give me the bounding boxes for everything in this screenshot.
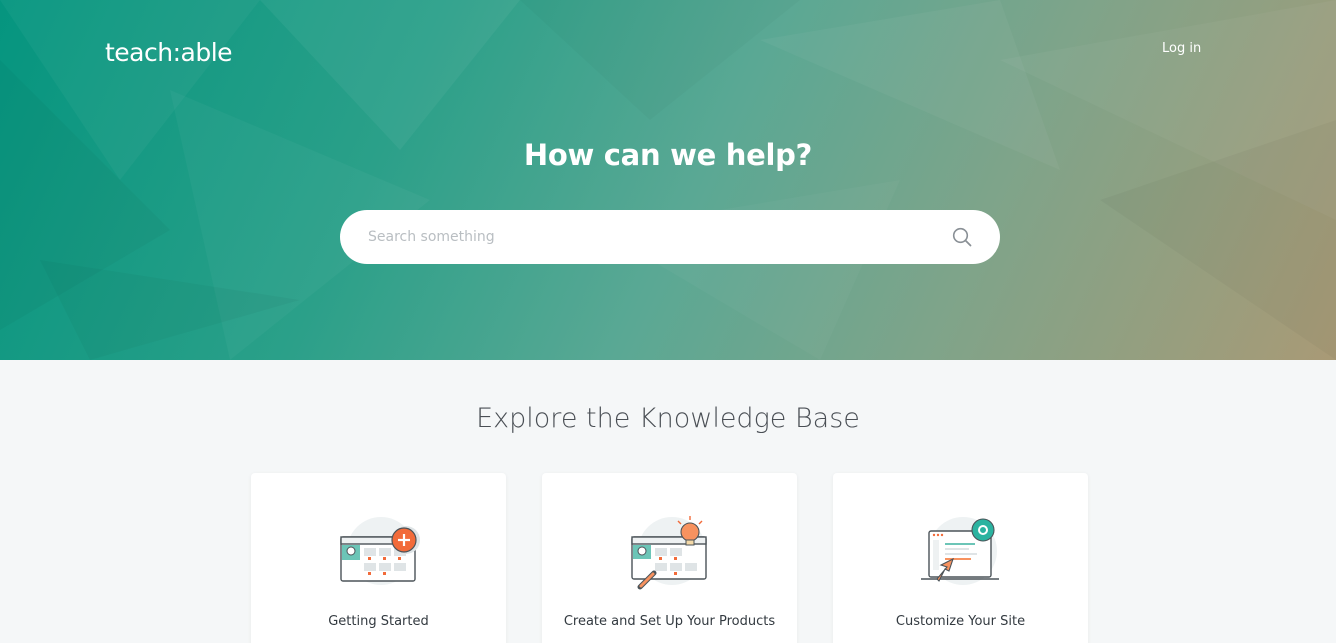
getting-started-illustration <box>340 517 420 585</box>
login-link[interactable]: Log in <box>1162 41 1201 56</box>
knowledge-base-title: Explore the Knowledge Base <box>476 403 860 434</box>
teachable-logo[interactable]: teach:able <box>105 38 233 67</box>
hero-banner: teach:able Log in How can we help? <box>0 0 1336 360</box>
card-label: Customize Your Site <box>895 614 1026 629</box>
category-card-products[interactable]: Create and Set Up Your Products <box>542 473 797 643</box>
hero-headline: How can we help? <box>523 138 813 172</box>
search-icon <box>952 227 972 247</box>
category-card-getting-started[interactable]: Getting Started <box>251 473 506 643</box>
products-illustration <box>631 516 707 590</box>
customize-site-illustration <box>921 517 999 585</box>
search-bar <box>340 210 1000 264</box>
card-label: Create and Set Up Your Products <box>563 614 776 629</box>
search-button[interactable] <box>945 222 979 252</box>
category-card-customize[interactable]: Customize Your Site <box>833 473 1088 643</box>
search-input[interactable] <box>368 210 928 264</box>
card-label: Getting Started <box>328 614 429 629</box>
